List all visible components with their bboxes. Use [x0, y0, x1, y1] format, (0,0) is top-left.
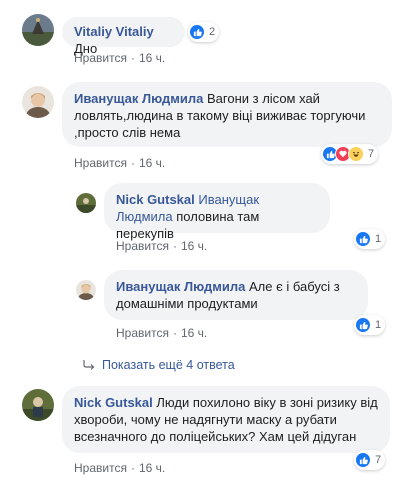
comment-actions: Нравится · 16 ч.	[74, 461, 166, 475]
reply-author[interactable]: Иванущак Людмила	[116, 279, 245, 294]
reaction-count: 1	[375, 319, 382, 331]
reaction-summary[interactable]: 7	[354, 450, 386, 470]
haha-icon	[348, 146, 364, 162]
reaction-summary[interactable]: 1	[354, 229, 386, 249]
comment-author[interactable]: Иванущак Людмила	[74, 91, 203, 106]
like-icon	[355, 231, 371, 247]
comment-bubble: Иванущак Людмила Вагони з лісом хай ловл…	[62, 82, 392, 147]
reply-bubble: Nick Gutskal Иванущак Людмила половина т…	[104, 183, 330, 241]
like-button[interactable]: Нравится	[116, 239, 169, 253]
reply-bubble: Иванущак Людмила Але є і бабусі з домашн…	[104, 270, 368, 320]
reply-timestamp[interactable]: 16 ч.	[181, 239, 207, 253]
reply-timestamp[interactable]: 16 ч.	[181, 326, 207, 340]
like-button[interactable]: Нравится	[116, 326, 169, 340]
comment-author[interactable]: Vitaliy Vitaliy	[74, 24, 154, 39]
show-more-replies-label[interactable]: Показать ещё 4 ответа	[102, 358, 235, 372]
comment-bubble: Nick Gutskal Люди похилоно віку в зоні р…	[62, 386, 390, 453]
reaction-count: 1	[375, 233, 382, 245]
reply-author[interactable]: Nick Gutskal	[116, 192, 195, 207]
like-icon	[355, 452, 371, 468]
show-more-replies-link[interactable]: Показать ещё 4 ответа	[82, 358, 235, 372]
avatar[interactable]	[22, 14, 54, 46]
comment-timestamp[interactable]: 16 ч.	[139, 51, 165, 65]
comment-author[interactable]: Nick Gutskal	[74, 395, 153, 410]
reaction-count: 2	[209, 26, 216, 38]
reaction-summary[interactable]: 7	[321, 144, 379, 164]
avatar[interactable]	[22, 389, 54, 421]
like-icon	[189, 24, 205, 40]
comment-timestamp[interactable]: 16 ч.	[139, 461, 165, 475]
comment-bubble: Vitaliy Vitaliy Дно	[62, 17, 185, 56]
reply-actions: Нравится · 16 ч.	[116, 326, 208, 340]
reaction-summary[interactable]: 1	[354, 315, 386, 335]
avatar[interactable]	[76, 193, 96, 213]
reaction-count: 7	[368, 148, 375, 160]
comment-timestamp[interactable]: 16 ч.	[139, 156, 165, 170]
avatar[interactable]	[22, 86, 54, 118]
avatar[interactable]	[76, 280, 96, 300]
like-button[interactable]: Нравится	[74, 461, 127, 475]
like-button[interactable]: Нравится	[74, 156, 127, 170]
comment-actions: Нравится · 16 ч.	[74, 156, 166, 170]
reaction-count: 7	[375, 454, 382, 466]
reaction-summary[interactable]: 2	[188, 22, 220, 42]
like-icon	[355, 317, 371, 333]
like-button[interactable]: Нравится	[74, 51, 127, 65]
reply-actions: Нравится · 16 ч.	[116, 239, 208, 253]
reply-arrow-icon	[83, 360, 95, 370]
comment-actions: Нравится · 16 ч.	[74, 51, 166, 65]
